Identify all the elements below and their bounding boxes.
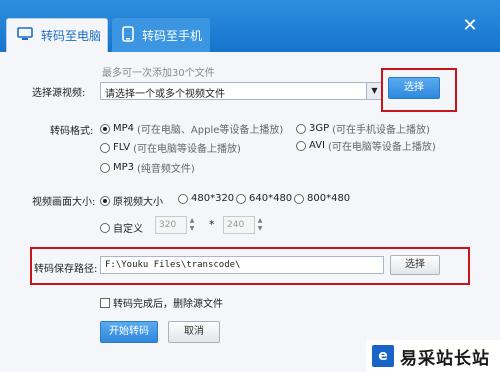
radio-button[interactable]: [100, 195, 110, 206]
custom-height-input[interactable]: 240: [223, 216, 255, 234]
size-option-640x480[interactable]: 640*480: [236, 193, 292, 204]
custom-width-input[interactable]: 320: [155, 216, 187, 234]
format-option-mp4-name: MP4: [113, 123, 135, 134]
format-option-mp4[interactable]: MP4 (可在电脑、Apple等设备上播放): [100, 121, 283, 136]
radio-button[interactable]: [100, 222, 110, 233]
size-option-800x480[interactable]: 800*480: [294, 193, 350, 204]
tab-to-phone-label: 转码至手机: [142, 28, 203, 43]
size-option-640x480-label: 640*480: [249, 193, 293, 204]
transcode-window: [0, 0, 500, 372]
chevron-down-icon[interactable]: ▼: [366, 83, 382, 99]
radio-button[interactable]: [296, 123, 306, 134]
radio-button[interactable]: [236, 193, 246, 204]
format-option-3gp[interactable]: 3GP (可在手机设备上播放): [296, 121, 430, 136]
delete-source-label: 转码完成后，删除源文件: [113, 299, 223, 310]
video-size-label: 视频画面大小:: [32, 197, 96, 208]
watermark-text: 易采站长站: [400, 348, 490, 369]
size-option-800x480-label: 800*480: [307, 193, 351, 204]
format-option-mp3-name: MP3: [113, 162, 135, 173]
size-option-480x320-label: 480*320: [191, 193, 235, 204]
format-option-flv-name: FLV: [113, 142, 131, 153]
format-option-avi-note: (可在电脑等设备上播放): [328, 142, 436, 153]
site-watermark: e 易采站长站: [366, 340, 500, 372]
format-option-avi[interactable]: AVI (可在电脑等设备上播放): [296, 138, 436, 153]
format-option-3gp-note: (可在手机设备上播放): [332, 125, 430, 136]
save-path-label: 转码保存路径:: [34, 264, 98, 275]
size-option-original-label: 原视频大小: [113, 197, 163, 208]
delete-source-option[interactable]: 转码完成后，删除源文件: [100, 295, 223, 310]
radio-button[interactable]: [296, 140, 306, 151]
checkbox[interactable]: [100, 297, 110, 308]
file-limit-hint: 最多可一次添加30个文件: [102, 68, 215, 79]
format-label: 转码格式:: [50, 126, 94, 137]
source-video-label: 选择源视频:: [32, 88, 86, 99]
source-video-select[interactable]: 请选择一个或多个视频文件: [100, 82, 382, 100]
watermark-logo-icon: e: [372, 345, 394, 367]
format-option-mp3[interactable]: MP3 (纯音频文件): [100, 160, 195, 175]
width-stepper-icon[interactable]: ▲ ▼: [187, 217, 197, 233]
choose-save-path-button[interactable]: 选择: [390, 255, 440, 275]
size-option-custom-label: 自定义: [113, 224, 143, 235]
format-option-flv[interactable]: FLV (可在电脑等设备上播放): [100, 140, 241, 155]
radio-button[interactable]: [178, 193, 188, 204]
times-sign: *: [209, 218, 215, 231]
tab-to-computer-label: 转码至电脑: [41, 29, 102, 43]
radio-button[interactable]: [100, 162, 110, 173]
radio-button[interactable]: [100, 142, 110, 153]
monitor-icon: [17, 27, 33, 44]
radio-button[interactable]: [294, 193, 304, 204]
size-option-480x320[interactable]: 480*320: [178, 193, 234, 204]
choose-source-button[interactable]: 选择: [388, 77, 440, 99]
format-option-3gp-name: 3GP: [309, 123, 330, 134]
height-stepper-icon[interactable]: ▲ ▼: [255, 217, 265, 233]
phone-icon: [122, 25, 134, 45]
start-transcode-button[interactable]: 开始转码: [100, 321, 158, 343]
save-path-input[interactable]: F:\Youku Files\transcode\: [100, 256, 384, 274]
size-option-custom[interactable]: 自定义: [100, 220, 143, 235]
format-option-avi-name: AVI: [309, 140, 325, 151]
format-option-mp3-note: (纯音频文件): [137, 164, 195, 175]
close-icon[interactable]: ✕: [462, 17, 478, 35]
source-video-select-value: 请选择一个或多个视频文件: [105, 89, 225, 100]
tab-to-computer[interactable]: 转码至电脑: [6, 18, 108, 52]
size-option-original[interactable]: 原视频大小: [100, 193, 163, 208]
cancel-button[interactable]: 取消: [168, 321, 220, 343]
tab-to-phone[interactable]: 转码至手机: [112, 18, 210, 52]
format-option-mp4-note: (可在电脑、Apple等设备上播放): [137, 125, 284, 136]
radio-button[interactable]: [100, 123, 110, 134]
format-option-flv-note: (可在电脑等设备上播放): [133, 144, 241, 155]
